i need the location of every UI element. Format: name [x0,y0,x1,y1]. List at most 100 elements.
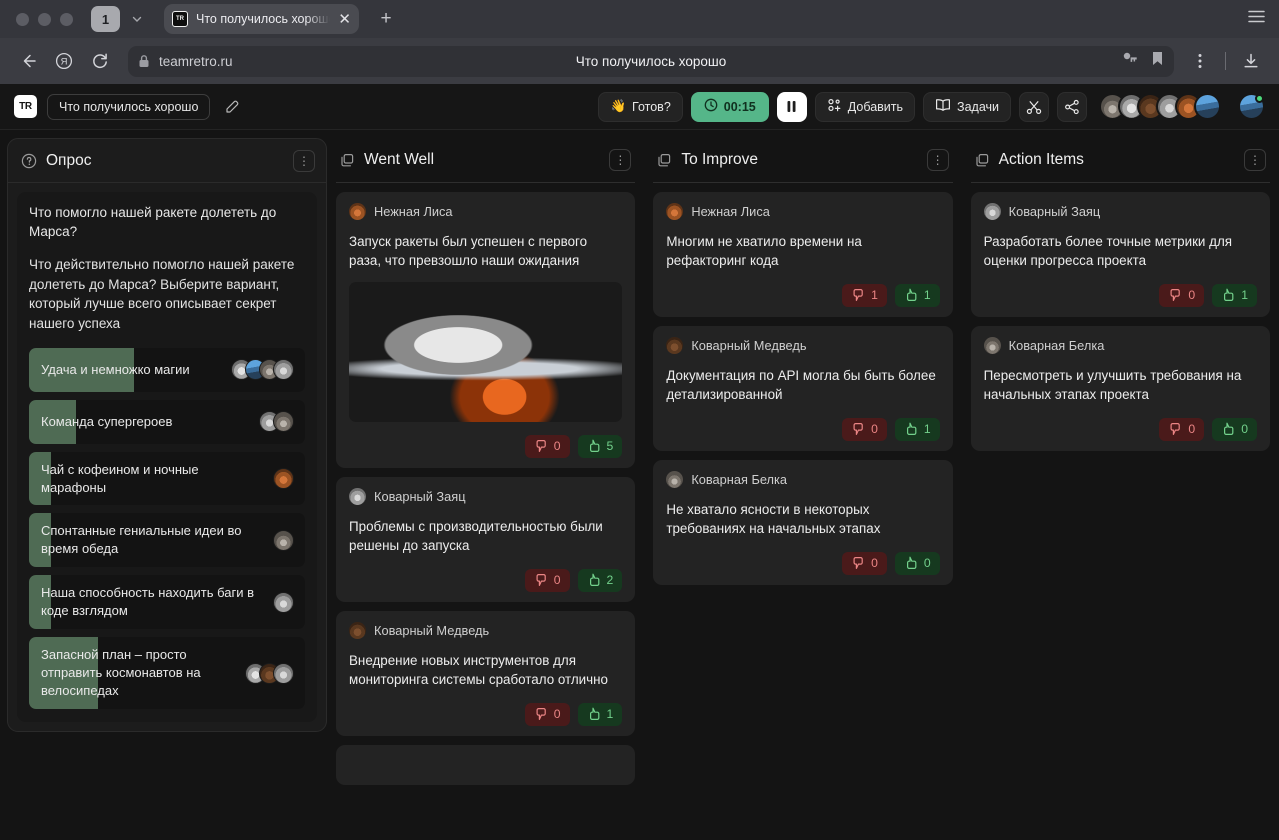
card-author-name: Коварный Медведь [691,338,806,353]
avatar[interactable] [1194,93,1221,120]
upvote-count: 1 [924,288,931,302]
retro-card-partial[interactable] [336,745,635,785]
column-header: Action Items⋮ [971,138,1270,183]
tasks-button[interactable]: Задачи [923,92,1011,122]
card-text: Многим не хватило времени на рефакторинг… [666,232,939,271]
avatar [273,663,294,684]
column-menu-button[interactable]: ⋮ [1244,149,1266,171]
clock-icon [704,98,718,115]
retro-card[interactable]: Коварный Медведь Документация по API могл… [653,326,952,451]
share-icon[interactable] [1057,92,1087,122]
tab-count-badge[interactable]: 1 [91,6,120,32]
bookmark-icon[interactable] [1151,50,1164,72]
stack-copy-icon [340,153,355,168]
upvote-button[interactable]: 1 [895,284,940,307]
downvote-count: 0 [1188,288,1195,302]
poll-options-list: Удача и немножко магии Команда супергерое… [29,348,305,709]
upvote-button[interactable]: 1 [895,418,940,441]
downvote-button[interactable]: 0 [842,552,887,575]
retro-card[interactable]: Коварный ЗаяцПроблемы с производительнос… [336,477,635,602]
reload-icon[interactable] [84,45,116,77]
downvote-button[interactable]: 0 [525,703,570,726]
upvote-button[interactable]: 0 [1212,418,1257,441]
back-arrow-icon[interactable] [12,45,44,77]
retro-card[interactable]: Коварный МедведьВнедрение новых инструме… [336,611,635,736]
downvote-button[interactable]: 0 [525,435,570,458]
close-icon[interactable]: ✕ [338,12,351,27]
card-author-name: Коварный Заяц [1009,204,1101,219]
pause-timer-button[interactable] [777,92,807,122]
poll-title: Опрос [46,152,91,170]
poll-option[interactable]: Спонтанные гениальные идеи во время обед… [29,513,305,567]
column-header: Went Well ⋮ [336,138,635,183]
new-tab-button[interactable]: + [373,6,399,32]
scissors-tools-icon[interactable] [1019,92,1049,122]
poll-option-voters [273,530,305,551]
timer-display[interactable]: 00:15 [691,92,769,122]
card-votes: 00 [666,552,939,575]
add-person-icon [827,98,842,116]
column-title: Went Well [364,151,434,169]
maximize-window-button[interactable] [60,13,73,26]
downvote-button[interactable]: 0 [1159,418,1204,441]
participant-avatars[interactable] [1099,93,1221,120]
downvote-button[interactable]: 1 [842,284,887,307]
poll-option[interactable]: Команда супергероев [29,400,305,444]
card-text: Документация по API могла бы быть более … [666,366,939,405]
poll-option[interactable]: Наша способность находить баги в коде вз… [29,575,305,629]
ready-button[interactable]: 👋 Готов? [598,92,682,122]
current-user-avatar[interactable] [1238,93,1265,120]
minimize-window-button[interactable] [38,13,51,26]
window-controls[interactable] [10,13,73,26]
avatar [349,622,366,639]
card-text: Пересмотреть и улучшить требования на на… [984,366,1257,405]
downvote-button[interactable]: 0 [1159,284,1204,307]
column-cards: Нежная ЛисаМногим не хватило времени на … [653,183,952,840]
card-votes: 01 [666,418,939,441]
card-author: Коварная Белка [984,337,1257,354]
poll-menu-button[interactable]: ⋮ [293,150,315,172]
add-participant-button[interactable]: Добавить [815,92,915,122]
address-bar[interactable]: teamretro.ru Что получилось хорошо [128,46,1174,77]
upvote-button[interactable]: 0 [895,552,940,575]
poll-option[interactable]: Чай с кофеином и ночные марафоны [29,452,305,506]
browser-tab[interactable]: TR Что получилось хорошо ✕ [164,4,359,34]
retro-card[interactable]: Коварный ЗаяцРазработать более точные ме… [971,192,1270,317]
three-dot-menu-icon[interactable] [1184,45,1216,77]
teamretro-favicon: TR [172,11,188,27]
poll-option[interactable]: Запасной план – просто отправить космона… [29,637,305,709]
downvote-button[interactable]: 0 [842,418,887,441]
column-menu-button[interactable]: ⋮ [609,149,631,171]
board-name-chip[interactable]: Что получилось хорошо [47,94,210,120]
column-header: To Improve⋮ [653,138,952,183]
download-icon[interactable] [1235,45,1267,77]
upvote-count: 5 [607,439,614,453]
retro-card[interactable]: Коварная Белка Пересмотреть и улучшить тр… [971,326,1270,451]
chevron-down-icon[interactable] [127,9,147,29]
teamretro-logo[interactable]: TR [14,95,37,118]
yandex-icon[interactable]: Я [48,45,80,77]
upvote-button[interactable]: 1 [578,703,623,726]
upvote-button[interactable]: 5 [578,435,623,458]
card-author-name: Коварная Белка [1009,338,1105,353]
close-window-button[interactable] [16,13,29,26]
column-menu-button[interactable]: ⋮ [927,149,949,171]
poll-option[interactable]: Удача и немножко магии [29,348,305,392]
poll-option-label: Удача и немножко магии [29,352,231,388]
poll-option-voters [273,468,305,489]
retro-card[interactable]: Нежная ЛисаЗапуск ракеты был успешен с п… [336,192,635,468]
downvote-button[interactable]: 0 [525,569,570,592]
upvote-button[interactable]: 2 [578,569,623,592]
retro-card[interactable]: Коварная Белка Не хватало ясности в некот… [653,460,952,585]
card-author: Коварная Белка [666,471,939,488]
timer-value: 00:15 [724,100,756,114]
card-image [349,282,622,422]
downvote-count: 1 [871,288,878,302]
tab-title: Что получилось хорошо [196,12,330,26]
retro-card[interactable]: Нежная ЛисаМногим не хватило времени на … [653,192,952,317]
hamburger-menu-icon[interactable] [1248,10,1265,29]
edit-pencil-icon[interactable] [220,95,244,119]
key-icon[interactable] [1122,50,1139,72]
card-text: Не хватало ясности в некоторых требовани… [666,500,939,539]
upvote-button[interactable]: 1 [1212,284,1257,307]
